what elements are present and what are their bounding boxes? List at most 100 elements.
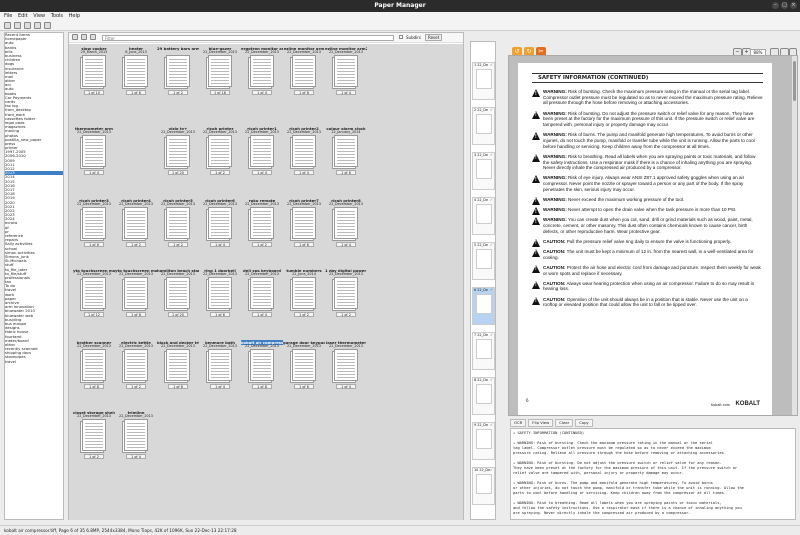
- scrollbar-thumb[interactable]: [793, 61, 796, 101]
- forward-icon[interactable]: [81, 34, 87, 40]
- document-item[interactable]: ricoh printer5 22_December_2013 1 of 2: [157, 198, 199, 278]
- document-item[interactable]: black and decker trimmer22_December_2013…: [157, 340, 199, 420]
- document-item[interactable]: yto touchscreen monitor22_December_20131…: [73, 268, 115, 348]
- text-line: [169, 226, 187, 227]
- warning-icon: [532, 207, 540, 216]
- page-count: 1 of 2: [210, 170, 230, 175]
- ocr-button[interactable]: OCR: [510, 419, 527, 427]
- document-item[interactable]: ricoh printer6 22_December_2013 1 of 4: [199, 198, 241, 278]
- close-icon[interactable]: ×: [790, 2, 797, 9]
- warning-label: CAUTION:: [543, 238, 566, 244]
- page-thumbnail[interactable]: 5 22_De ✓: [472, 242, 495, 280]
- document-item[interactable]: roku remote 22_December_2013 1 of 2: [241, 198, 283, 278]
- page-preview: [476, 474, 492, 494]
- document-item[interactable]: colour alarm clock 22_January_2014 1 of 6: [325, 126, 367, 206]
- document-item[interactable]: ezline monitor arm2 22_December_2013 1 of …: [325, 46, 367, 126]
- copy-button[interactable]: Copy: [575, 419, 593, 427]
- text-line: [85, 226, 103, 227]
- page-thumbnail[interactable]: 7 22_De ✓: [472, 332, 495, 370]
- page-thumbnail[interactable]: 8 22_De ✓: [472, 377, 495, 415]
- page-thumbnail[interactable]: 1 22_De ✓: [472, 62, 495, 100]
- text-line: [295, 139, 313, 140]
- document-item[interactable]: 1 day digital power timer22_December_201…: [325, 268, 367, 348]
- document-item[interactable]: ricoh printer1 22_December_2013 1 of 4: [241, 126, 283, 206]
- document-thumbnail: [292, 349, 316, 381]
- text-line: [85, 293, 103, 294]
- page-thumbnail[interactable]: 4 22_De ✓: [472, 197, 495, 235]
- viewer-scrollbar[interactable]: [792, 56, 797, 415]
- document-item[interactable]: brother scanner 22_December_2013 1 of 8: [73, 340, 115, 420]
- page-thumbnail[interactable]: 2 22_De ✓: [472, 107, 495, 145]
- page-thumbnail[interactable]: 10 22_De ✓: [472, 467, 495, 505]
- document-item[interactable]: ricoh printer7 22_December_2013 1 of 6: [283, 198, 325, 278]
- document-item[interactable]: laser thermometer 22_December_2013 1 of 4: [325, 340, 367, 420]
- document-item[interactable]: closet storage shelves22_December_20131 …: [73, 410, 115, 490]
- document-item[interactable]: thermometer arm 22_December_2013 1 of 4: [73, 126, 115, 206]
- subdirs-checkbox[interactable]: [399, 35, 403, 39]
- tree-item[interactable]: travel: [5, 360, 63, 364]
- flip-view-button[interactable]: Flip View: [528, 419, 554, 427]
- document-item[interactable]: ezline monitor arm 22_December_2013 1 of 8: [283, 46, 325, 126]
- document-item[interactable]: 29 battery bars armchair 1 of 2: [157, 46, 199, 126]
- text-line: [85, 423, 103, 424]
- menu-edit[interactable]: Edit: [18, 12, 28, 20]
- ocr-text[interactable]: ⚠ SAFETY INFORMATION (CONTINUED) ⚠ WARNI…: [510, 428, 796, 520]
- document-item[interactable]: ring 1 doorbell 22_December_2013 1 of 6: [199, 268, 241, 348]
- minimize-icon[interactable]: –: [772, 2, 779, 9]
- page-viewer[interactable]: SAFETY INFORMATION (CONTINUED) WARNING: …: [508, 55, 798, 416]
- warning-text: Never attempt to open the drain valve wh…: [566, 207, 737, 213]
- page-preview: [476, 384, 492, 404]
- document-item[interactable]: ricoh printer3 22_December_2013 1 of 6: [73, 198, 115, 278]
- document-item[interactable]: kenmore bath 22_December_2013 1 of 4: [199, 340, 241, 420]
- back-icon[interactable]: [72, 34, 78, 40]
- warning-text: Risk of eye injury. Always wear ANSI Z87…: [543, 175, 745, 192]
- text-line: [337, 223, 355, 224]
- document-item[interactable]: trimline 22_December_2013 1 of 4: [115, 410, 157, 490]
- refresh-icon[interactable]: [90, 34, 96, 40]
- text-line: [169, 235, 187, 236]
- document-item[interactable]: blue-gazer 22_December_2013 1 of 16: [199, 46, 241, 126]
- open-icon[interactable]: [14, 22, 21, 29]
- text-line: [127, 377, 145, 378]
- maximize-icon[interactable]: □: [781, 2, 788, 9]
- page-preview: [476, 429, 492, 449]
- clear-button[interactable]: Clear: [555, 419, 574, 427]
- reset-button[interactable]: Reset: [425, 34, 443, 41]
- menu-tools[interactable]: Tools: [51, 12, 63, 20]
- document-item[interactable]: kobalt air compressor22_December_20131 o…: [241, 340, 283, 420]
- page-thumbnail[interactable]: 6 22_De ✓: [472, 287, 495, 325]
- filter-input[interactable]: [102, 35, 394, 41]
- text-line: [169, 211, 187, 212]
- page-thumbnail[interactable]: 3 22_De ✓: [472, 152, 495, 190]
- document-item[interactable]: tumble numbers 22_June_2014 1 of 2: [283, 268, 325, 348]
- document-item[interactable]: dell xps keyboard 22_December_2013 1 of 4: [241, 268, 283, 348]
- new-icon[interactable]: [4, 22, 11, 29]
- document-item[interactable]: ricoh printer4 22_December_2013 1 of 2: [115, 198, 157, 278]
- document-item[interactable]: heater 6_June_2013 1 of 6: [115, 46, 157, 126]
- scan-icon[interactable]: [24, 22, 31, 29]
- text-line: [337, 305, 355, 306]
- document-item[interactable]: yto touchscreen monitor222_December_2013…: [115, 268, 157, 348]
- warning-text: Risk to breathing. Read all labels when …: [543, 153, 756, 171]
- document-item[interactable]: garage door keypad 22_December_2013 1 of 6: [283, 340, 325, 420]
- settings-icon[interactable]: [44, 22, 51, 29]
- menu-file[interactable]: File: [4, 12, 12, 20]
- document-item[interactable]: ergotron monitor arm22_December_20131 of…: [241, 46, 283, 126]
- document-item[interactable]: hamilton beach stand mixer22_December_20…: [157, 268, 199, 348]
- page-thumbnail[interactable]: 9 22_De ✓: [472, 422, 495, 460]
- document-item[interactable]: slow cooker 29_March_2013 1 of 10: [73, 46, 115, 126]
- menu-view[interactable]: View: [33, 12, 45, 20]
- document-item[interactable]: vizio tv+ 22_December_2013 1 of 20: [157, 126, 199, 206]
- page-count: 1 of 10: [84, 90, 104, 95]
- document-item[interactable]: ricoh printer2 22_December_2013 1 of 4: [283, 126, 325, 206]
- menu-help[interactable]: Help: [69, 12, 80, 20]
- document-item[interactable]: electric kettle 22_December_2013 1 of 2: [115, 340, 157, 420]
- folder-tree[interactable]: Recent items homepaper auto banks bills …: [4, 32, 64, 520]
- page-thumbnails[interactable]: 1 22_De ✓ 2 22_De ✓ 3 22_De ✓ 4 22_De ✓ 5 22_De ✓…: [470, 41, 496, 520]
- document-item[interactable]: ricoh printer8 22_December_2013 1 of 4: [325, 198, 367, 278]
- document-thumbnail: [82, 419, 106, 451]
- warning-text: Risk of bursting. Do not adjust the pres…: [543, 110, 755, 128]
- document-item[interactable]: ricoh printer 22_December_2013 1 of 2: [199, 126, 241, 206]
- print-icon[interactable]: [34, 22, 41, 29]
- document-thumbnail: [82, 349, 106, 381]
